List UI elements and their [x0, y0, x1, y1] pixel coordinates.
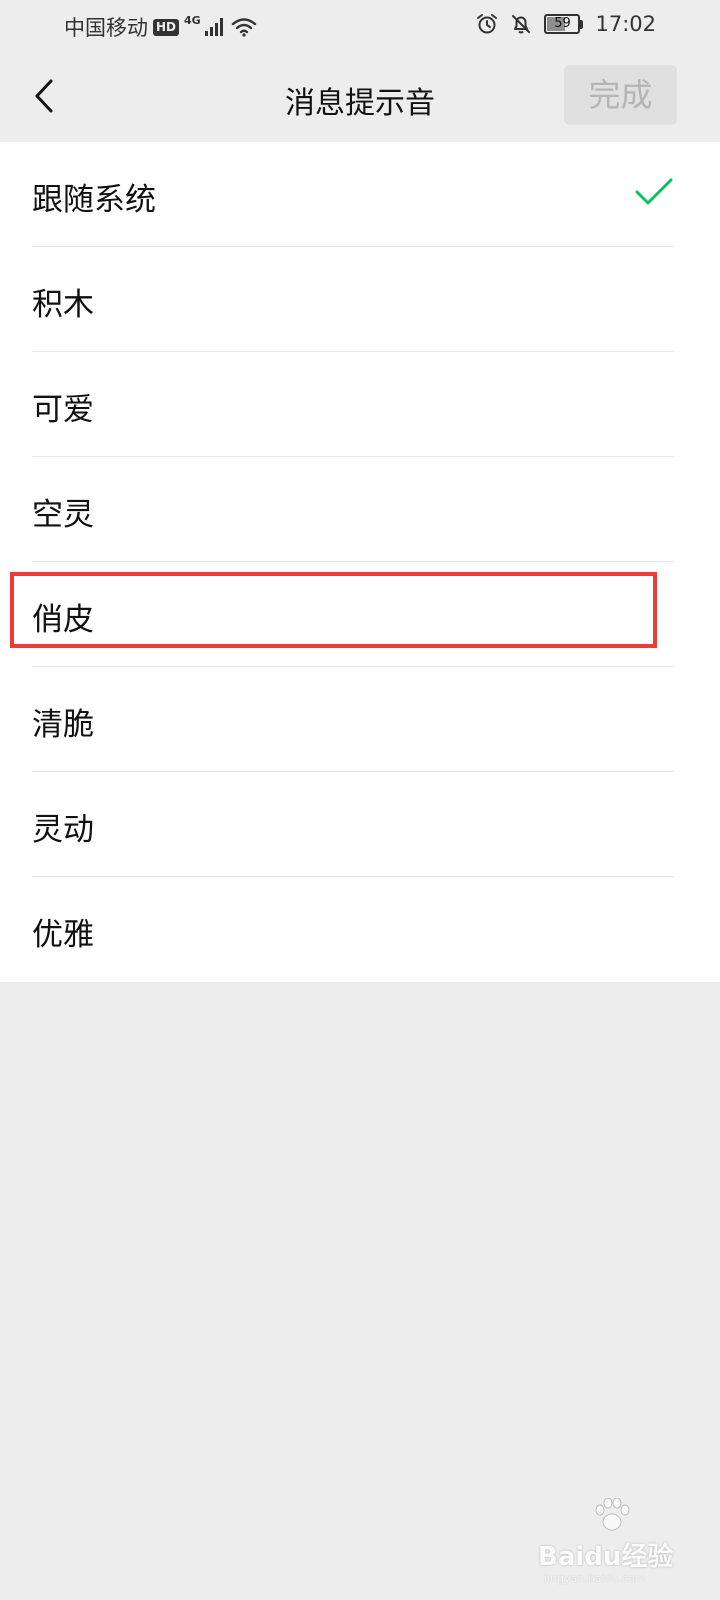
battery-tip [580, 19, 584, 29]
watermark-brand: Baidu经验 [538, 1542, 674, 1572]
sound-option-item[interactable]: 积木 [0, 247, 720, 352]
sound-option-item[interactable]: 清脆 [0, 667, 720, 772]
hd-badge: HD [153, 18, 180, 36]
bell-off-icon [512, 15, 531, 34]
network-type: 4G [184, 13, 201, 27]
sound-option-label: 可爱 [32, 392, 94, 428]
paw-logo-icon [595, 1498, 630, 1531]
sound-option-label: 清脆 [32, 707, 94, 743]
sound-option-label: 俏皮 [32, 602, 94, 638]
sound-option-list: 跟随系统 积木 可爱 空灵 俏皮 清脆 灵动 优雅 [0, 142, 720, 982]
signal-icon [204, 18, 223, 36]
battery-icon: 59 [544, 14, 584, 34]
sound-option-item[interactable]: 优雅 [0, 877, 720, 982]
sound-option-label: 灵动 [32, 812, 94, 848]
sound-option-label: 积木 [32, 287, 94, 323]
status-right: 59 17:02 [476, 12, 656, 36]
carrier-name: 中国移动 [64, 16, 148, 40]
battery-body: 59 [544, 14, 581, 34]
sound-option-item[interactable]: 俏皮 [0, 562, 720, 667]
status-left: 中国移动 HD 4G [64, 12, 257, 42]
sound-option-label: 跟随系统 [32, 182, 156, 218]
wifi-icon [231, 18, 256, 37]
sound-option-item[interactable]: 可爱 [0, 352, 720, 457]
clock: 17:02 [595, 12, 656, 36]
alarm-icon [477, 14, 498, 34]
sound-option-label: 优雅 [32, 917, 94, 953]
watermark-url: jingyan.baidu.com [544, 1572, 646, 1585]
sound-option-item[interactable]: 跟随系统 [0, 142, 720, 247]
check-icon [635, 178, 673, 205]
nav-header: 消息提示音 完成 [0, 52, 720, 142]
baidu-watermark: Baidu经验 jingyan.baidu.com [538, 1498, 698, 1588]
status-bar: 中国移动 HD 4G 59 17:02 [0, 0, 720, 52]
sound-option-item[interactable]: 灵动 [0, 772, 720, 877]
screen: 中国移动 HD 4G 59 17:02 消息提示音 完成 跟随系统 积木 可爱 … [0, 0, 720, 1600]
sound-option-item[interactable]: 空灵 [0, 457, 720, 562]
battery-level: 59 [554, 16, 571, 31]
done-button[interactable]: 完成 [564, 65, 677, 125]
sound-option-label: 空灵 [32, 497, 94, 533]
